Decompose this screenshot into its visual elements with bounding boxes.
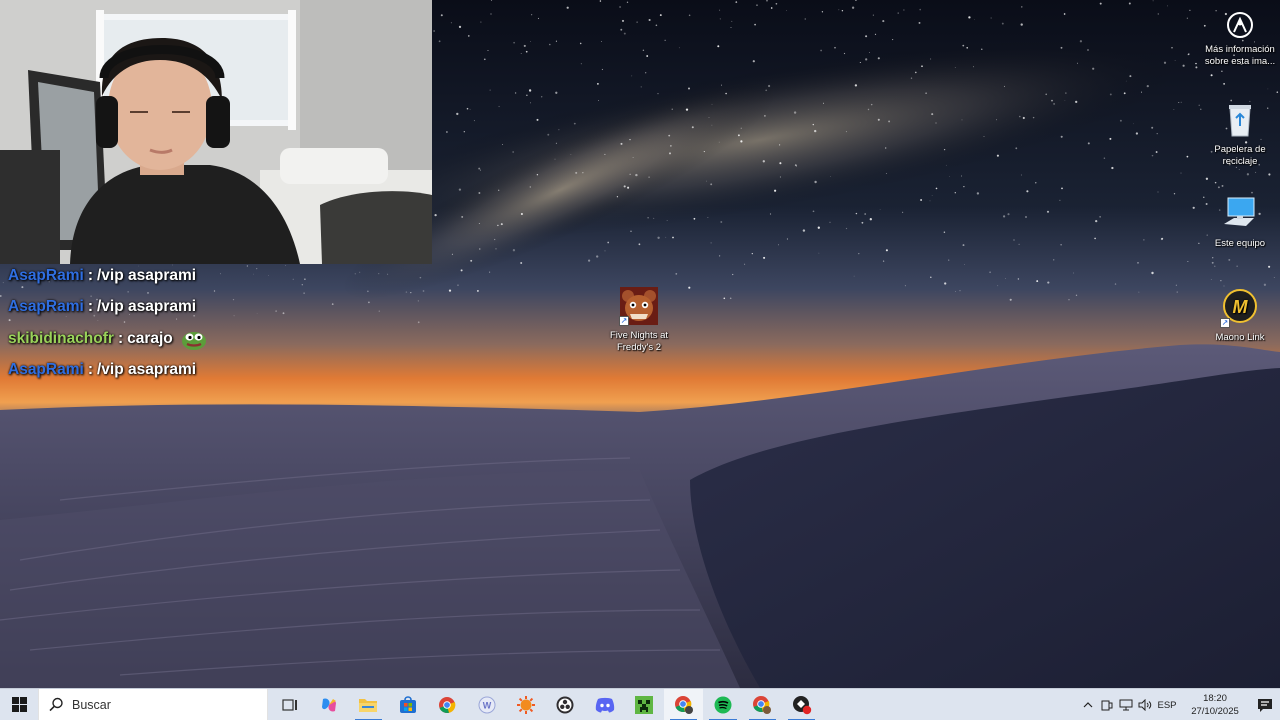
discord-button[interactable] [585,689,624,720]
chat-text: /vip asaprami [96,298,197,316]
obs-icon [556,696,574,713]
chat-text: carajo [127,329,173,347]
microsoft-store-icon [399,695,416,713]
desktop-icon-maono-link[interactable]: M ↗ Maono Link [1198,288,1280,344]
notification-icon [1258,699,1272,712]
sun-app-button[interactable] [506,689,545,720]
more-info-icon [1225,10,1255,40]
device-icon [1101,700,1112,711]
desktop-icon-this-pc[interactable]: Este equipo [1198,194,1280,250]
chrome-profile-2-icon [753,695,772,714]
volume-icon [1138,699,1151,711]
chevron-up-icon [1083,702,1092,708]
task-view-button[interactable] [270,689,309,720]
webcam-overlay [0,0,432,264]
clock-time: 18:20 [1203,693,1227,704]
chrome-icon [439,696,456,713]
chat-separator: : [87,361,93,379]
desktop-icon-label: Este equipo [1214,238,1266,249]
this-pc-icon [1220,194,1260,234]
volume-button[interactable] [1135,689,1154,720]
desktop-icon-label: Five Nights at Freddy's 2 [609,330,669,353]
chat-username: AsapRami [8,298,84,316]
chat-message: skibidinachofr : carajo [8,323,368,355]
desktop-icon-label: Papelera de reciclaje [1214,144,1266,167]
desktop-icon-recycle-bin[interactable]: Papelera de reciclaje [1198,100,1280,168]
chat-message: AsapRami : /vip asaprami [8,292,368,324]
desktop-icon-more-info[interactable]: Más información sobre esta ima... [1198,10,1280,68]
chrome-profile-button[interactable] [663,688,704,720]
chat-separator: : [117,329,124,347]
shortcut-arrow-icon: ↗ [1220,318,1230,328]
minecraft-icon [635,695,654,714]
task-view-icon [282,698,297,711]
chat-username: skibidinachofr [8,329,114,347]
recycle-bin-icon [1220,100,1260,140]
desktop-icon-label: Maono Link [1215,332,1265,343]
app-w-icon: W [478,696,496,713]
fnaf2-icon: ↗ [619,286,659,326]
spotify-icon [714,696,732,713]
svg-text:W: W [482,700,491,710]
app-w-button[interactable]: W [467,689,506,720]
copilot-icon [322,697,337,712]
microsoft-store-button[interactable] [388,689,427,720]
chat-text: /vip asaprami [96,361,197,379]
windows-logo-icon [11,697,27,712]
shortcut-arrow-icon: ↗ [619,316,629,326]
pepe-emote-icon [181,328,207,350]
search-placeholder: Buscar [72,697,111,712]
system-tray: ESP 18:20 27/10/2025 [1078,689,1280,720]
chrome-profile-icon [674,695,693,714]
maono-link-icon: M ↗ [1220,288,1260,328]
clock[interactable]: 18:20 27/10/2025 [1180,692,1250,718]
chat-text: /vip asaprami [96,266,197,284]
obs-button[interactable] [546,689,585,720]
chrome-profile-2-button[interactable] [743,689,782,720]
notification-center-button[interactable] [1250,689,1280,720]
network-icon [1119,699,1132,711]
file-explorer-icon [359,698,378,712]
spotify-button[interactable] [703,689,742,720]
taskbar-search[interactable]: Buscar [38,688,268,720]
chat-message: AsapRami : /vip asaprami [8,355,368,387]
chat-username: AsapRami [8,361,84,379]
desktop-icon-fnaf2[interactable]: ↗ Five Nights at Freddy's 2 [597,286,681,354]
desktop-icon-label: Más información sobre esta ima... [1204,44,1276,67]
tray-device-button[interactable] [1097,689,1116,720]
file-explorer-button[interactable] [349,689,388,720]
chat-username: AsapRami [8,266,84,284]
red-app-icon [792,695,811,714]
chat-separator: : [87,266,93,284]
svg-text:M: M [1233,297,1249,317]
search-icon [49,697,63,712]
copilot-button[interactable] [309,689,348,720]
chat-overlay: AsapRami : /vip asaprami AsapRami : /vip… [8,260,368,386]
chat-message: AsapRami : /vip asaprami [8,260,368,292]
taskbar: Buscar W ESP 18:20 27/10/2025 [0,688,1280,720]
red-app-button[interactable] [782,689,821,720]
sun-app-icon [517,695,536,714]
minecraft-button[interactable] [625,689,664,720]
clock-date: 27/10/2025 [1191,706,1239,717]
start-button[interactable] [0,689,38,720]
chrome-button[interactable] [428,689,467,720]
show-hidden-icons-button[interactable] [1078,689,1097,720]
network-button[interactable] [1116,689,1135,720]
chat-separator: : [87,298,93,316]
taskbar-apps: W [270,688,821,720]
discord-icon [595,697,614,712]
language-indicator[interactable]: ESP [1154,700,1180,711]
